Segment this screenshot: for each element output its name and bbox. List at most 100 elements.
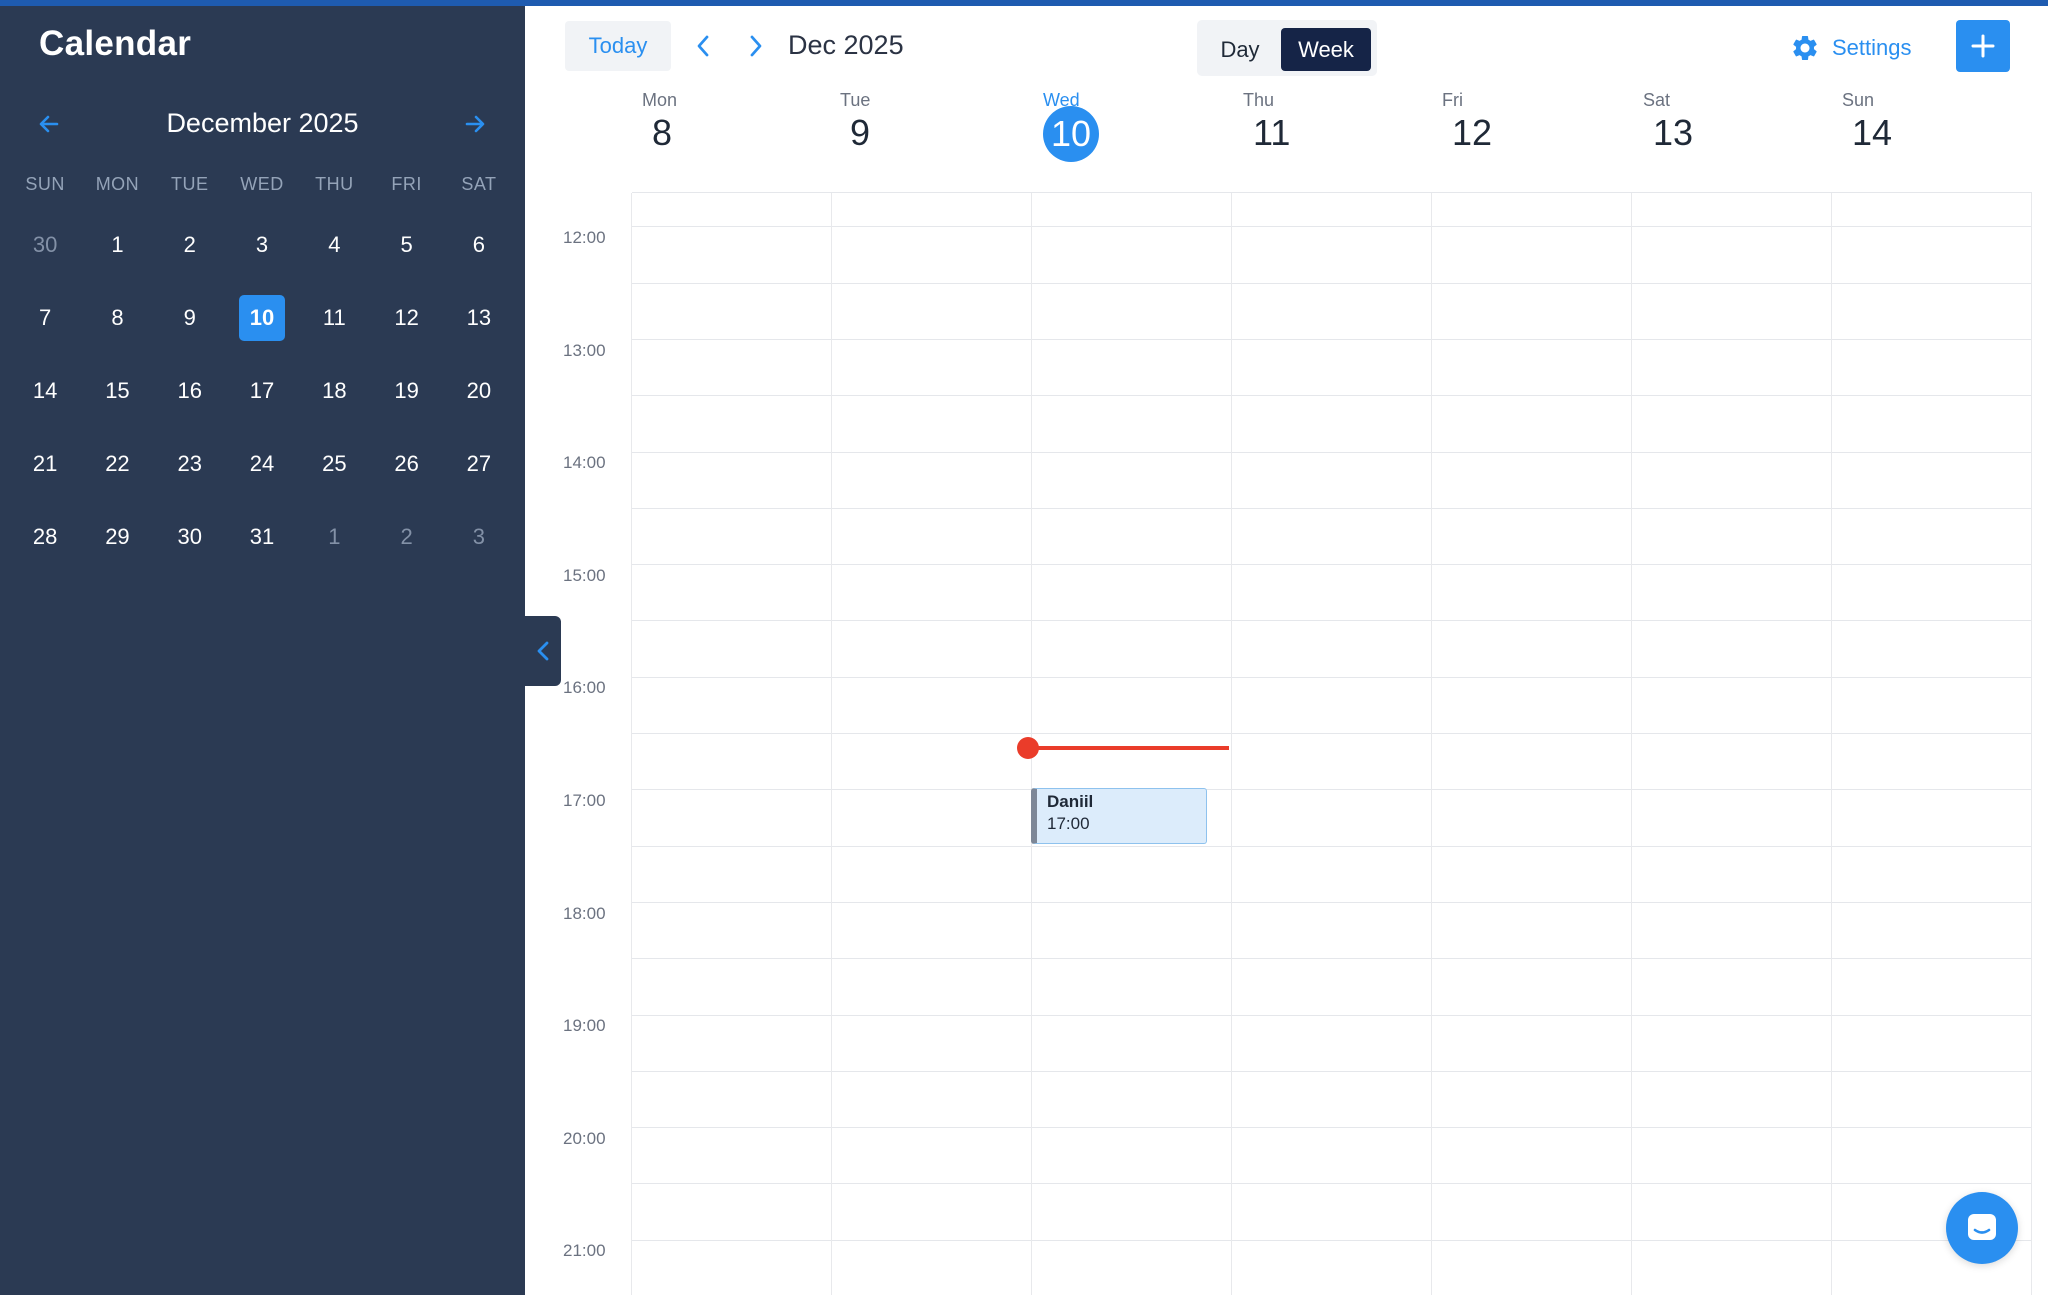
hour-label: 14:00: [563, 453, 606, 473]
mini-day-cell[interactable]: 1: [298, 500, 370, 573]
mini-next-month-button[interactable]: [453, 104, 497, 144]
day-header-sat[interactable]: Sat 13: [1616, 90, 1816, 180]
mini-day-cell[interactable]: 23: [154, 427, 226, 500]
today-button[interactable]: Today: [565, 21, 671, 71]
next-week-button[interactable]: [738, 26, 774, 66]
mini-day-cell[interactable]: 4: [298, 208, 370, 281]
mini-day-cell[interactable]: 19: [370, 354, 442, 427]
day-header-fri[interactable]: Fri 12: [1415, 90, 1615, 180]
mini-day-cell[interactable]: 21: [9, 427, 81, 500]
day-view-button[interactable]: Day: [1205, 28, 1275, 71]
grid-column-line: [2031, 193, 2032, 1295]
day-number: 13: [1653, 112, 1694, 153]
collapse-sidebar-button[interactable]: [525, 616, 561, 686]
grid-line: [632, 845, 2032, 847]
mini-day-number: 7: [39, 304, 52, 330]
mini-day-number: 20: [466, 377, 492, 403]
mini-day-cell[interactable]: 30: [9, 208, 81, 281]
mini-day-cell[interactable]: 15: [81, 354, 153, 427]
mini-day-number: 3: [255, 231, 269, 257]
grid-line: [632, 789, 2032, 791]
mini-day-number: 30: [32, 231, 58, 257]
mini-day-cell[interactable]: 12: [370, 281, 442, 354]
mini-day-cell[interactable]: 16: [154, 354, 226, 427]
mini-day-cell[interactable]: 18: [298, 354, 370, 427]
mini-day-cell[interactable]: 3: [443, 500, 515, 573]
mini-dow-label: TUE: [170, 174, 209, 194]
mini-day-cell[interactable]: 10: [226, 281, 298, 354]
mini-day-number: 5: [400, 231, 413, 257]
grid-line: [632, 1239, 2032, 1241]
plus-icon: [1971, 34, 1995, 58]
mini-day-cell[interactable]: 2: [370, 500, 442, 573]
chat-support-button[interactable]: [1946, 1192, 2018, 1264]
app-title: Calendar: [39, 24, 192, 63]
day-header-thu[interactable]: Thu 11: [1216, 90, 1416, 180]
mini-day-cell[interactable]: 22: [81, 427, 153, 500]
mini-day-number: 3: [472, 523, 486, 549]
mini-day-cell[interactable]: 7: [9, 281, 81, 354]
hour-label: 15:00: [563, 565, 606, 585]
mini-day-number: 10: [239, 294, 286, 341]
mini-dow-label: MON: [95, 174, 140, 194]
arrow-left-icon: [39, 115, 59, 133]
day-number: 14: [1852, 112, 1893, 153]
hour-label: 16:00: [563, 678, 606, 698]
day-header-tue[interactable]: Tue 9: [813, 90, 1013, 180]
add-event-button[interactable]: [1956, 20, 2010, 72]
grid-column-line: [1631, 193, 1632, 1295]
day-header-mon[interactable]: Mon 8: [615, 90, 815, 180]
event-title: Daniil: [1047, 792, 1094, 811]
mini-day-cell[interactable]: 11: [298, 281, 370, 354]
mini-day-cell[interactable]: 25: [298, 427, 370, 500]
settings-button[interactable]: Settings: [1790, 30, 1912, 66]
mini-dow-label: SUN: [25, 174, 65, 194]
hour-label: 13:00: [563, 340, 606, 360]
grid-line: [632, 226, 2032, 228]
mini-day-cell[interactable]: 28: [9, 500, 81, 573]
hour-label: 17:00: [563, 791, 606, 810]
event-card[interactable]: Daniil 17:00: [1031, 788, 1207, 844]
mini-day-number: 24: [249, 450, 275, 476]
mini-day-cell[interactable]: 24: [226, 427, 298, 500]
mini-day-number: 27: [466, 450, 492, 476]
mini-day-number: 28: [32, 523, 58, 549]
mini-day-cell[interactable]: 30: [154, 500, 226, 573]
grid-column-line: [631, 193, 632, 1295]
mini-day-cell[interactable]: 9: [154, 281, 226, 354]
mini-calendar-grid: SUN MON TUE WED THU FRI SAT 30 1 2 3 4 5 6 7 8 9 10 11 12 13…: [9, 160, 507, 573]
mini-day-cell[interactable]: 20: [443, 354, 515, 427]
mini-day-cell[interactable]: 2: [154, 208, 226, 281]
mini-day-cell[interactable]: 26: [370, 427, 442, 500]
week-view-button[interactable]: Week: [1281, 28, 1371, 71]
mini-day-cell[interactable]: 14: [9, 354, 81, 427]
mini-day-number: 1: [111, 231, 124, 257]
mini-day-cell[interactable]: 6: [443, 208, 515, 281]
day-name: Mon: [642, 90, 678, 110]
mini-day-cell[interactable]: 5: [370, 208, 442, 281]
mini-day-number: 13: [466, 304, 492, 330]
time-grid[interactable]: [631, 192, 2032, 1295]
mini-day-cell[interactable]: 17: [226, 354, 298, 427]
mini-day-cell[interactable]: 13: [443, 281, 515, 354]
mini-day-cell[interactable]: 3: [226, 208, 298, 281]
grid-line: [632, 1183, 2032, 1185]
previous-week-button[interactable]: [685, 26, 721, 66]
mini-day-cell[interactable]: 27: [443, 427, 515, 500]
mini-day-cell[interactable]: 29: [81, 500, 153, 573]
day-name: Sun: [1842, 90, 1875, 110]
current-time-indicator: [1017, 737, 1039, 759]
gear-icon: [1793, 35, 1817, 60]
day-header-wed[interactable]: Wed 10: [1016, 90, 1216, 180]
mini-day-number: 12: [394, 304, 419, 330]
day-header-sun[interactable]: Sun 14: [1815, 90, 2015, 180]
mini-day-cell[interactable]: 8: [81, 281, 153, 354]
mini-calendar-header: December 2025: [0, 104, 525, 144]
mini-day-number: 2: [400, 523, 413, 549]
mini-day-number: 26: [394, 450, 419, 476]
mini-prev-month-button[interactable]: [27, 104, 71, 144]
week-view: Today Dec 2025 Day Week Settings Mon 8 Tue…: [525, 6, 2048, 1295]
mini-day-cell[interactable]: 1: [81, 208, 153, 281]
mini-day-cell[interactable]: 31: [226, 500, 298, 573]
event-time: 17:00: [1047, 814, 1090, 833]
